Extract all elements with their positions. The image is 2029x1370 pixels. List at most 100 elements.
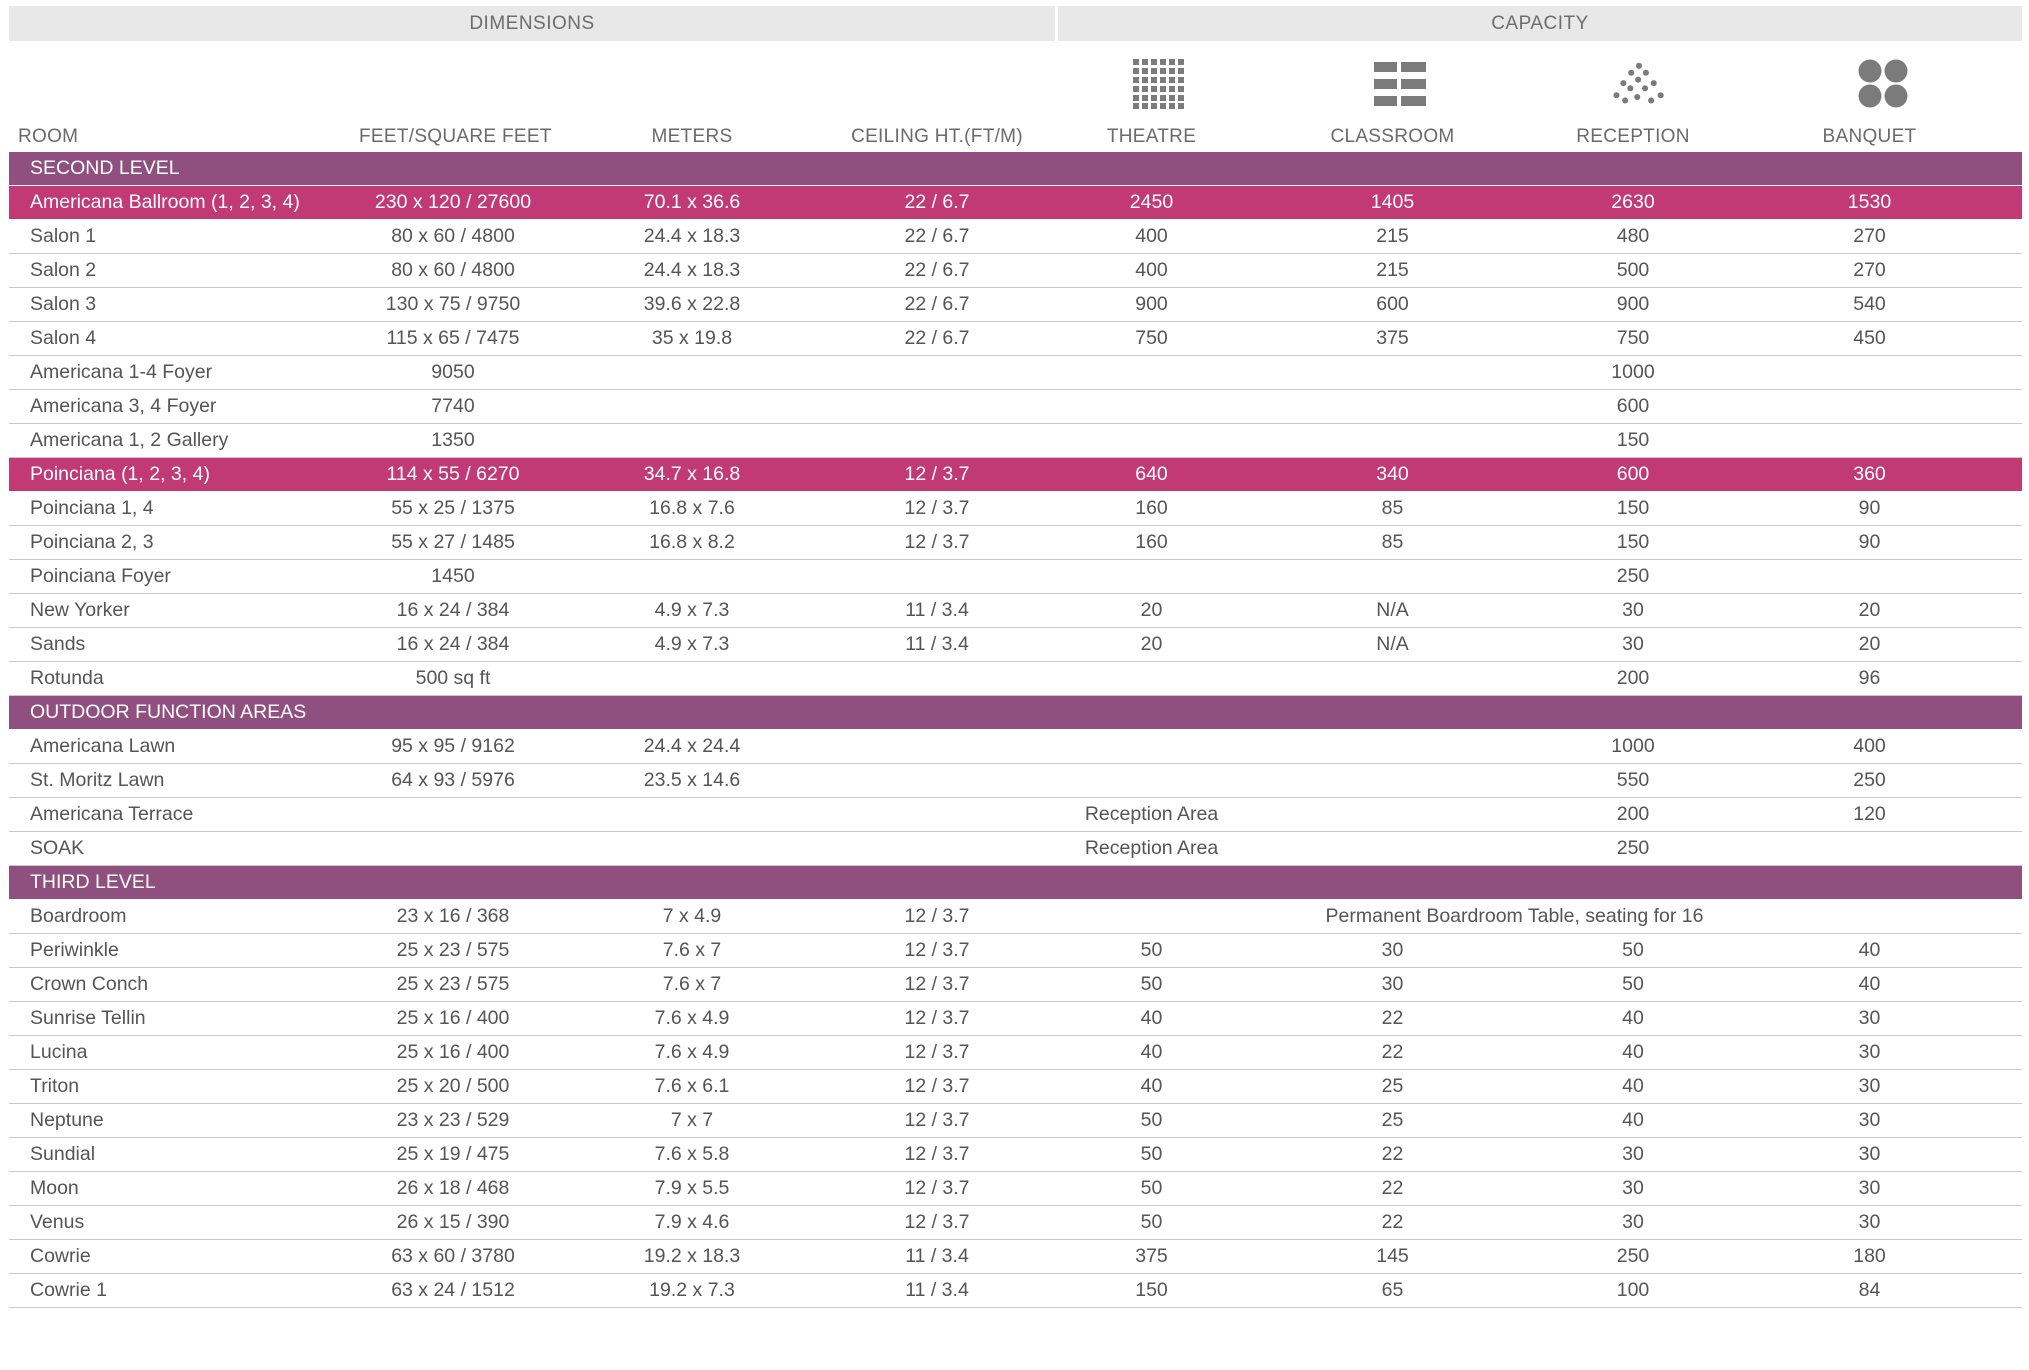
cell-theatre: 50 <box>1140 1143 1163 1165</box>
cell-banquet: 30 <box>1858 1109 1881 1131</box>
cell-banquet: 270 <box>1853 225 1886 247</box>
cell-theatre: 20 <box>1140 599 1163 621</box>
cell-ceiling: 12 / 3.7 <box>904 463 970 485</box>
cell-meters: 7.6 x 5.8 <box>654 1143 730 1165</box>
cell-feet: 130 x 75 / 9750 <box>385 293 521 315</box>
cell-reception: 550 <box>1616 769 1650 791</box>
table-row: New Yorker 16 x 24 / 384 4.9 x 7.3 11 / 3.4… <box>9 594 2022 628</box>
cell-meters: 7.6 x 4.9 <box>654 1007 730 1029</box>
cell-reception: 1000 <box>1611 735 1655 757</box>
cell-ceiling: 11 / 3.4 <box>905 1279 969 1301</box>
cell-meters: 4.9 x 7.3 <box>654 633 730 655</box>
cell-theatre: 375 <box>1135 1245 1168 1267</box>
cell-ceiling: 12 / 3.7 <box>904 1211 970 1233</box>
capacity-group-header: CAPACITY <box>1058 6 2022 41</box>
cell-ceiling: 11 / 3.4 <box>905 633 969 655</box>
cell-meters: 16.8 x 8.2 <box>649 531 735 553</box>
cell-classroom: 340 <box>1376 463 1409 485</box>
cell-classroom: 85 <box>1381 497 1404 519</box>
cell-banquet: 250 <box>1853 769 1886 791</box>
cell-reception: 200 <box>1616 667 1650 689</box>
table-row: Americana 1-4 Foyer 9050 1000 <box>9 356 2022 390</box>
cell-room: Venus <box>30 1211 85 1233</box>
cell-classroom: 65 <box>1381 1279 1404 1301</box>
cell-theatre: 50 <box>1140 973 1163 995</box>
cell-classroom: 375 <box>1376 327 1409 349</box>
cell-banquet: 120 <box>1853 803 1886 825</box>
table-row: Americana Terrace Reception Area 200 120 <box>9 798 2022 832</box>
cell-room: Salon 2 <box>30 259 97 281</box>
table-row: Salon 2 80 x 60 / 4800 24.4 x 18.3 22 / 6.7… <box>9 254 2022 288</box>
cell-feet: 23 x 16 / 368 <box>396 905 510 927</box>
cell-ceiling: 22 / 6.7 <box>904 191 970 213</box>
cell-banquet: 270 <box>1853 259 1886 281</box>
cell-feet: 55 x 25 / 1375 <box>391 497 515 519</box>
column-labels: ROOM FEET/SQUARE FEET METERS CEILING HT.… <box>9 126 2022 148</box>
cell-meters: 35 x 19.8 <box>651 327 733 349</box>
cell-room: Americana Ballroom (1, 2, 3, 4) <box>30 191 300 213</box>
table-row: Poinciana 2, 3 55 x 27 / 1485 16.8 x 8.2 12… <box>9 526 2022 560</box>
cell-reception: 750 <box>1616 327 1650 349</box>
cell-feet: 63 x 60 / 3780 <box>391 1245 515 1267</box>
cell-feet: 7740 <box>431 395 475 417</box>
cell-reception: 30 <box>1622 633 1644 655</box>
cell-classroom: N/A <box>1376 599 1409 621</box>
highlighted-table-row: Poinciana (1, 2, 3, 4) 114 x 55 / 6270 34.… <box>9 458 2022 492</box>
cell-room: Sunrise Tellin <box>30 1007 146 1029</box>
table-row: Periwinkle 25 x 23 / 575 7.6 x 7 12 / 3.7 50… <box>9 934 2022 968</box>
cell-classroom: 22 <box>1381 1211 1404 1233</box>
cell-theatre: 50 <box>1140 1211 1163 1233</box>
theatre-seating-grid-icon <box>1133 59 1184 109</box>
cell-feet: 1350 <box>431 429 475 451</box>
table-row: Poinciana Foyer 1450 250 <box>9 560 2022 594</box>
cell-meters: 4.9 x 7.3 <box>654 599 730 621</box>
cell-room: Salon 1 <box>30 225 97 247</box>
cell-ceiling: 12 / 3.7 <box>904 1007 970 1029</box>
table-row: Venus 26 x 15 / 390 7.9 x 4.6 12 / 3.7 50 22 3… <box>9 1206 2022 1240</box>
cell-reception: 40 <box>1622 1075 1644 1097</box>
cell-reception: 150 <box>1616 497 1650 519</box>
cell-theatre: 160 <box>1135 531 1168 553</box>
table-row: Crown Conch 25 x 23 / 575 7.6 x 7 12 / 3.7 5… <box>9 968 2022 1002</box>
cell-room: Americana 1, 2 Gallery <box>30 429 229 451</box>
cell-banquet: 180 <box>1853 1245 1886 1267</box>
cell-ceiling: 12 / 3.7 <box>904 973 970 995</box>
col-meters-label: METERS <box>651 126 733 147</box>
cell-room: Neptune <box>30 1109 104 1131</box>
cell-meters: 16.8 x 7.6 <box>649 497 735 519</box>
cell-theatre: 50 <box>1140 1177 1163 1199</box>
table-row: Sunrise Tellin 25 x 16 / 400 7.6 x 4.9 12 /… <box>9 1002 2022 1036</box>
col-room-label: ROOM <box>18 126 79 147</box>
cell-meters: 7.6 x 7 <box>662 939 722 961</box>
col-banquet-label: BANQUET <box>1822 126 1917 147</box>
cell-classroom: 215 <box>1376 225 1409 247</box>
col-reception-label: RECEPTION <box>1576 126 1690 147</box>
cell-feet: 23 x 23 / 529 <box>396 1109 510 1131</box>
cell-theatre: 160 <box>1135 497 1168 519</box>
cell-feet: 80 x 60 / 4800 <box>391 225 515 247</box>
cell-feet: 230 x 120 / 27600 <box>374 191 532 213</box>
cell-feet: 25 x 20 / 500 <box>396 1075 510 1097</box>
section-header-row: THIRD LEVEL <box>9 866 2022 900</box>
cell-reception: 30 <box>1622 599 1644 621</box>
cell-room: Cowrie 1 <box>30 1279 107 1301</box>
cell-theatre: 40 <box>1140 1075 1163 1097</box>
cell-theatre: 50 <box>1140 939 1163 961</box>
cell-ceiling: 22 / 6.7 <box>904 225 970 247</box>
cell-feet: 9050 <box>431 361 475 383</box>
cell-reception: 30 <box>1622 1211 1644 1233</box>
cell-reception: 600 <box>1616 395 1650 417</box>
reception-dots-icon <box>1613 62 1664 104</box>
cell-feet: 25 x 19 / 475 <box>396 1143 510 1165</box>
cell-room: Lucina <box>30 1041 88 1063</box>
cell-classroom: 22 <box>1381 1041 1404 1063</box>
cell-theatre: 400 <box>1135 259 1168 281</box>
table-row: Sundial 25 x 19 / 475 7.6 x 5.8 12 / 3.7 50 2… <box>9 1138 2022 1172</box>
cell-meters: 24.4 x 18.3 <box>643 225 741 247</box>
cell-banquet: 40 <box>1858 939 1881 961</box>
cell-theatre: 640 <box>1135 463 1168 485</box>
group-header-row: DIMENSIONS CAPACITY <box>9 6 2022 41</box>
cell-banquet: 30 <box>1858 1041 1881 1063</box>
cell-room: Poinciana (1, 2, 3, 4) <box>30 463 210 485</box>
cell-room: Salon 4 <box>30 327 97 349</box>
